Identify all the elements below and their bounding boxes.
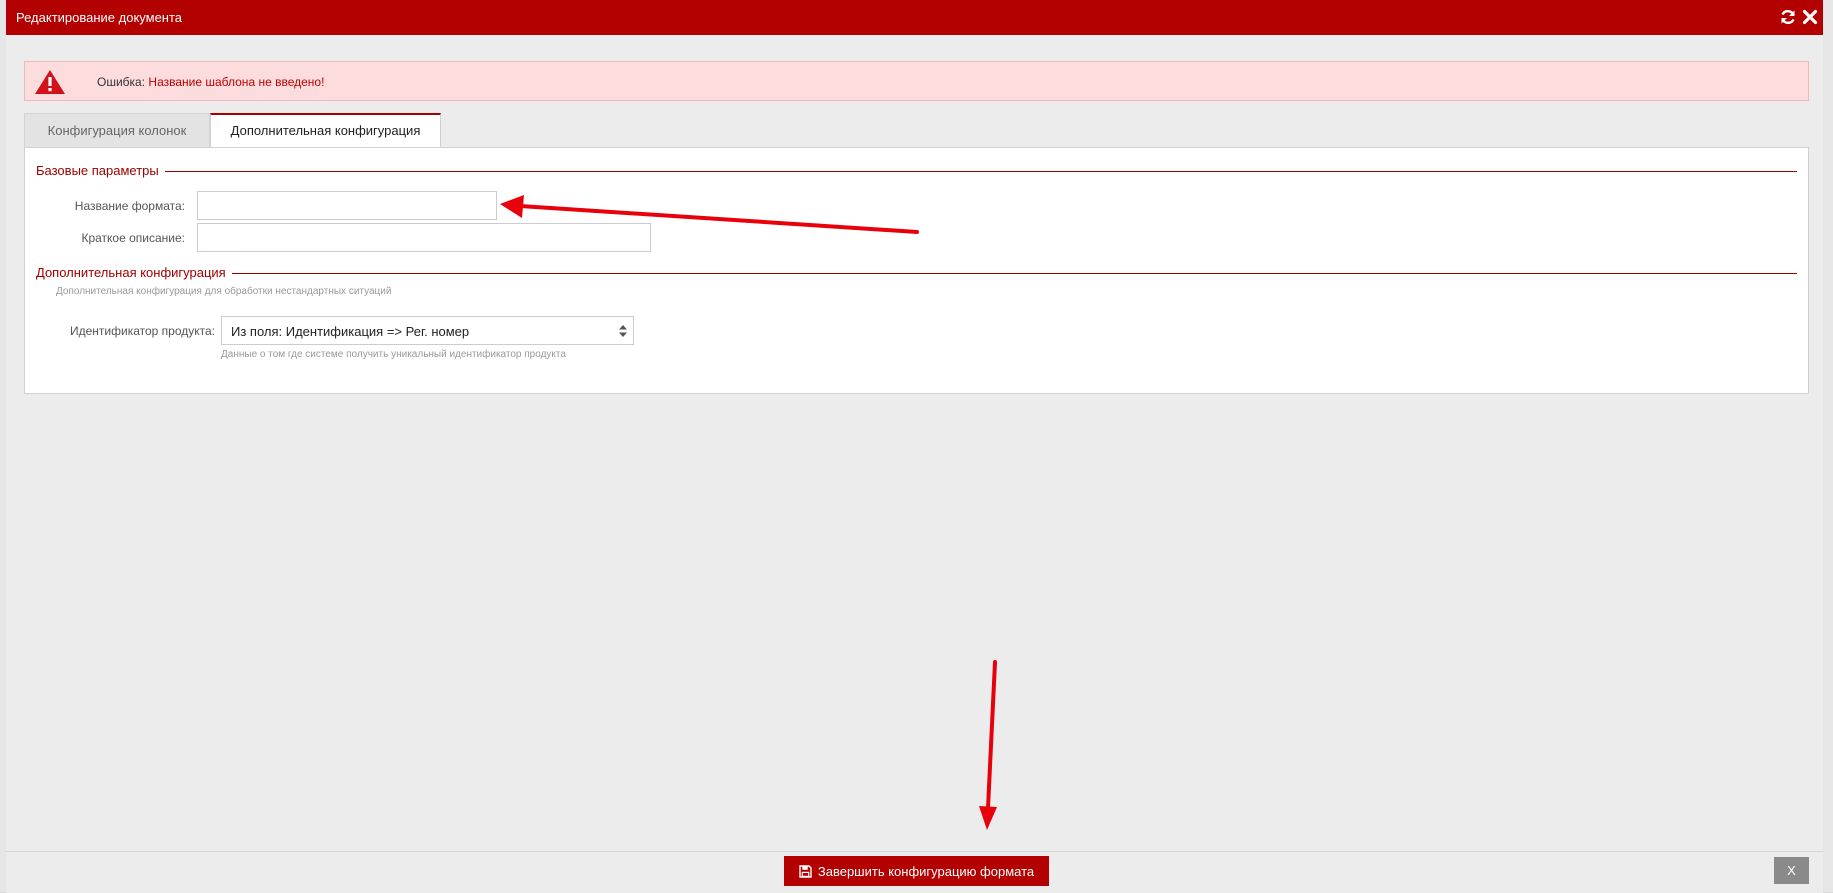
section-divider bbox=[36, 273, 1797, 274]
tab-column-config[interactable]: Конфигурация колонок bbox=[24, 113, 210, 147]
refresh-icon[interactable] bbox=[1779, 8, 1797, 26]
format-name-label: Название формата: bbox=[74, 199, 185, 213]
background-page-right bbox=[1822, 0, 1833, 892]
finish-config-button[interactable]: Завершить конфигурацию формата bbox=[784, 856, 1049, 886]
finish-config-label: Завершить конфигурацию формата bbox=[817, 863, 1035, 879]
error-alert: Ошибка: Название шаблона не введено! bbox=[24, 61, 1809, 101]
warning-triangle-icon bbox=[35, 70, 65, 94]
edit-document-dialog: Редактирование документа Ошибка: Названи… bbox=[6, 0, 1823, 893]
dialog-titlebar: Редактирование документа bbox=[6, 0, 1823, 35]
close-icon[interactable] bbox=[1801, 8, 1819, 26]
tab-additional-config[interactable]: Дополнительная конфигурация bbox=[210, 113, 441, 148]
tab-panel: Базовые параметры Название формата: Крат… bbox=[24, 147, 1809, 394]
product-id-selected-value: Из поля: Идентификация => Рег. номер bbox=[231, 324, 470, 339]
additional-config-heading: Дополнительная конфигурация bbox=[36, 265, 232, 280]
dialog-footer: Завершить конфигурацию формата X bbox=[6, 851, 1823, 893]
alert-text: Ошибка: Название шаблона не введено! bbox=[97, 75, 324, 89]
short-description-label: Краткое описание: bbox=[81, 231, 185, 245]
close-dialog-button[interactable]: X bbox=[1774, 857, 1809, 884]
alert-message: Название шаблона не введено! bbox=[148, 75, 325, 89]
product-id-select[interactable]: Из поля: Идентификация => Рег. номер bbox=[221, 316, 634, 345]
additional-config-hint: Дополнительная конфигурация для обработк… bbox=[56, 286, 392, 297]
product-id-hint: Данные о том где системе получить уникал… bbox=[221, 349, 566, 360]
basic-params-heading: Базовые параметры bbox=[36, 163, 165, 178]
alert-prefix: Ошибка: bbox=[97, 75, 146, 89]
short-description-input[interactable] bbox=[197, 223, 651, 252]
sort-arrows-icon bbox=[619, 325, 627, 337]
dialog-title: Редактирование документа bbox=[16, 10, 183, 25]
format-name-input[interactable] bbox=[197, 191, 497, 220]
section-divider bbox=[36, 171, 1797, 172]
product-id-label: Идентификатор продукта: bbox=[69, 324, 215, 338]
save-icon bbox=[799, 864, 812, 878]
